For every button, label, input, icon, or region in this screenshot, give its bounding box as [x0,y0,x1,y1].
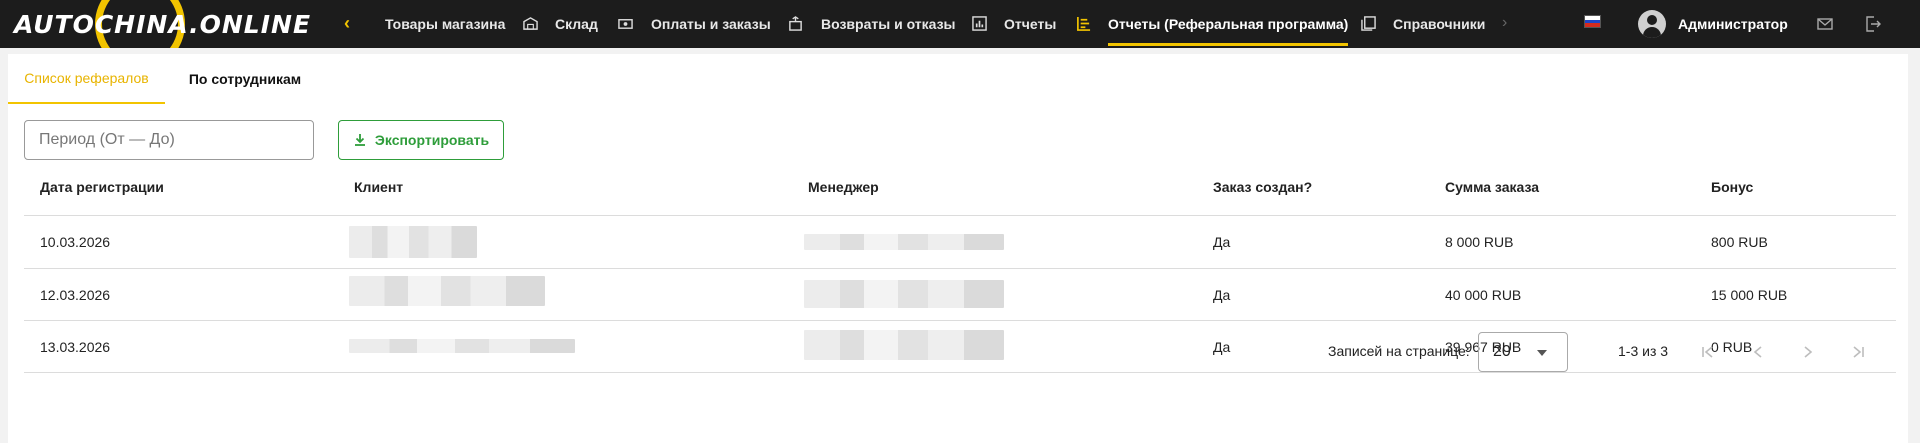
report-chart-icon [972,16,987,31]
col-bonus[interactable]: Бонус [1711,179,1753,195]
export-button[interactable]: Экспортировать [338,120,504,160]
row-divider [24,320,1896,321]
first-page-icon [1702,346,1713,358]
nav-scroll-right-icon[interactable]: › [1502,14,1507,32]
client-name-redacted [349,226,477,258]
chevron-left-icon [1753,346,1762,358]
last-page-icon [1853,346,1864,358]
nav-scroll-left-icon[interactable]: ‹ [344,13,350,34]
col-client[interactable]: Клиент [354,179,403,195]
cell-order-created: Да [1213,339,1231,355]
row-divider [24,372,1896,373]
money-icon [618,19,633,29]
mail-icon[interactable] [1816,15,1834,33]
manager-name-redacted [804,280,1004,308]
period-input[interactable] [24,120,314,160]
logo[interactable]: AUTOCHINA.ONLINE [14,10,311,39]
referrals-card: Список рефералов По сотрудникам Экспорти… [8,54,1908,443]
cell-order-created: Да [1213,287,1231,303]
next-page-button[interactable] [1794,338,1822,366]
col-order-created[interactable]: Заказ создан? [1213,179,1312,195]
user-name[interactable]: Администратор [1678,16,1788,32]
nav-item-returns[interactable]: Возвраты и отказы [821,0,956,48]
cell-bonus: 800 RUB [1711,234,1768,250]
chevron-right-icon [1804,346,1813,358]
cell-bonus: 15 000 RUB [1711,287,1788,303]
avatar[interactable] [1638,10,1666,38]
referral-report-icon [1077,16,1091,31]
nav-item-warehouse[interactable]: Склад [555,0,598,48]
return-box-icon [789,16,802,31]
cell-order-created: Да [1213,234,1231,250]
warehouse-icon [523,17,538,30]
nav-item-directories[interactable]: Справочники [1393,0,1485,48]
cell-date: 12.03.2026 [40,287,111,303]
manager-name-redacted [804,330,1004,360]
cell-amount: 8 000 RUB [1445,234,1514,250]
rows-per-page-label: Записей на странице: [1328,343,1470,359]
row-divider [24,268,1896,269]
client-name-redacted [349,339,575,353]
col-manager[interactable]: Менеджер [808,179,879,195]
rows-per-page-select[interactable]: 20 [1478,332,1568,372]
logout-icon[interactable] [1864,15,1882,33]
caret-down-icon [1537,350,1547,356]
last-page-button[interactable] [1844,338,1872,366]
nav-item-referral-reports[interactable]: Отчеты (Реферальная программа) [1108,0,1349,48]
cell-date: 13.03.2026 [40,339,111,355]
nav-item-reports[interactable]: Отчеты [1004,0,1056,48]
books-icon [1361,16,1376,31]
cell-amount: 40 000 RUB [1445,287,1522,303]
top-navbar: AUTOCHINA.ONLINE ‹ Товары магазина Склад… [0,0,1920,48]
nav-item-products[interactable]: Товары магазина [385,0,505,48]
manager-name-redacted [804,234,1004,250]
language-flag-icon[interactable] [1584,15,1601,28]
table-divider [24,215,1896,216]
tab-by-employees[interactable]: По сотрудникам [174,54,316,104]
download-icon [354,134,365,146]
pagination-range: 1-3 из 3 [1618,343,1669,359]
cell-date: 10.03.2026 [40,234,111,250]
tab-referral-list[interactable]: Список рефералов [8,54,165,104]
first-page-button[interactable] [1694,338,1722,366]
col-order-amount[interactable]: Сумма заказа [1445,179,1539,195]
previous-page-button[interactable] [1744,338,1772,366]
client-name-redacted [349,276,545,306]
col-registration-date[interactable]: Дата регистрации [40,179,164,195]
nav-item-payments-orders[interactable]: Оплаты и заказы [651,0,771,48]
